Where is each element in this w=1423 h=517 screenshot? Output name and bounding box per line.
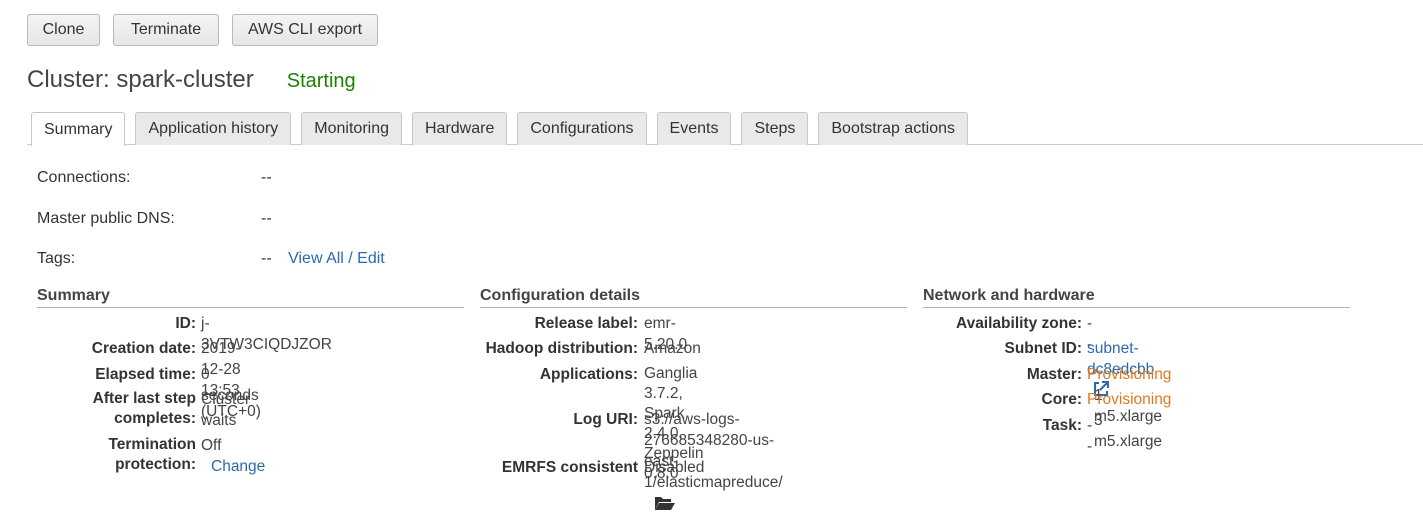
after-last-step-label: After last step completes: <box>92 390 196 427</box>
network-hardware-title: Network and hardware <box>923 287 1350 308</box>
hadoop-distribution-value: Amazon <box>644 340 701 357</box>
core-value-group: Provisioning 3 m5.xlarge <box>1087 389 1171 452</box>
hadoop-distribution-label: Hadoop distribution: <box>485 340 638 357</box>
view-all-edit-tags-link[interactable]: View All / Edit <box>288 250 385 267</box>
core-instance-type: m5.xlarge <box>1094 433 1163 450</box>
network-hardware-section: Network and hardware <box>923 287 1350 308</box>
connections-value: -- <box>261 169 272 186</box>
toolbar: Clone Terminate AWS CLI export <box>27 14 391 46</box>
core-label: Core: <box>1041 391 1082 408</box>
elapsed-time-label: Elapsed time: <box>95 366 196 383</box>
availability-zone-label: Availability zone: <box>955 315 1082 332</box>
cluster-header: Cluster: spark-cluster Starting <box>27 66 356 94</box>
master-status: Provisioning <box>1087 366 1172 383</box>
core-status: Provisioning <box>1087 391 1172 408</box>
id-label: ID: <box>175 315 196 332</box>
connections-label: Connections: <box>37 169 131 186</box>
tab-configurations[interactable]: Configurations <box>517 112 647 145</box>
folder-open-icon[interactable] <box>654 495 676 517</box>
emrfs-value: Disabled <box>644 459 705 476</box>
tab-summary[interactable]: Summary <box>31 112 126 146</box>
termination-protection-label: Termination protection: <box>108 436 196 473</box>
master-dns-value: -- <box>261 210 272 227</box>
core-count: 3 <box>1094 412 1103 429</box>
configuration-details-section: Configuration details <box>480 287 907 308</box>
after-last-step-value: Cluster waits <box>201 391 251 429</box>
release-label-label: Release label: <box>534 315 638 332</box>
tags-value-group: -- View All / Edit <box>261 250 385 268</box>
configuration-details-title: Configuration details <box>480 287 907 308</box>
summary-section: Summary <box>37 287 464 308</box>
subnet-id-label: Subnet ID: <box>1004 340 1083 357</box>
tab-monitoring[interactable]: Monitoring <box>301 112 402 145</box>
tab-bar: Summary Application history Monitoring H… <box>31 112 978 146</box>
summary-section-title: Summary <box>37 287 464 308</box>
status-badge: Starting <box>286 70 356 92</box>
termination-protection-value-group: Off Change <box>201 435 265 477</box>
page-title: Cluster: spark-cluster <box>27 66 254 93</box>
change-termination-protection-link[interactable]: Change <box>211 458 265 475</box>
task-value: -- <box>1087 417 1093 455</box>
tab-steps[interactable]: Steps <box>741 112 809 145</box>
log-uri-label: Log URI: <box>573 411 638 428</box>
tab-events[interactable]: Events <box>656 112 732 145</box>
applications-label: Applications: <box>539 366 638 383</box>
master-dns-label: Master public DNS: <box>37 210 175 227</box>
creation-date-label: Creation date: <box>91 340 196 357</box>
clone-button[interactable]: Clone <box>27 14 100 46</box>
master-label: Master: <box>1026 366 1082 383</box>
aws-cli-export-button[interactable]: AWS CLI export <box>232 14 378 46</box>
tab-application-history[interactable]: Application history <box>135 112 292 145</box>
tags-value: -- <box>261 250 272 267</box>
emrfs-label: EMRFS consistent <box>501 459 638 476</box>
tags-label: Tags: <box>37 250 76 267</box>
termination-protection-value: Off <box>201 437 222 454</box>
task-label: Task: <box>1042 417 1082 434</box>
tab-bootstrap-actions[interactable]: Bootstrap actions <box>818 112 968 145</box>
terminate-button[interactable]: Terminate <box>113 14 219 46</box>
tab-hardware[interactable]: Hardware <box>412 112 508 145</box>
